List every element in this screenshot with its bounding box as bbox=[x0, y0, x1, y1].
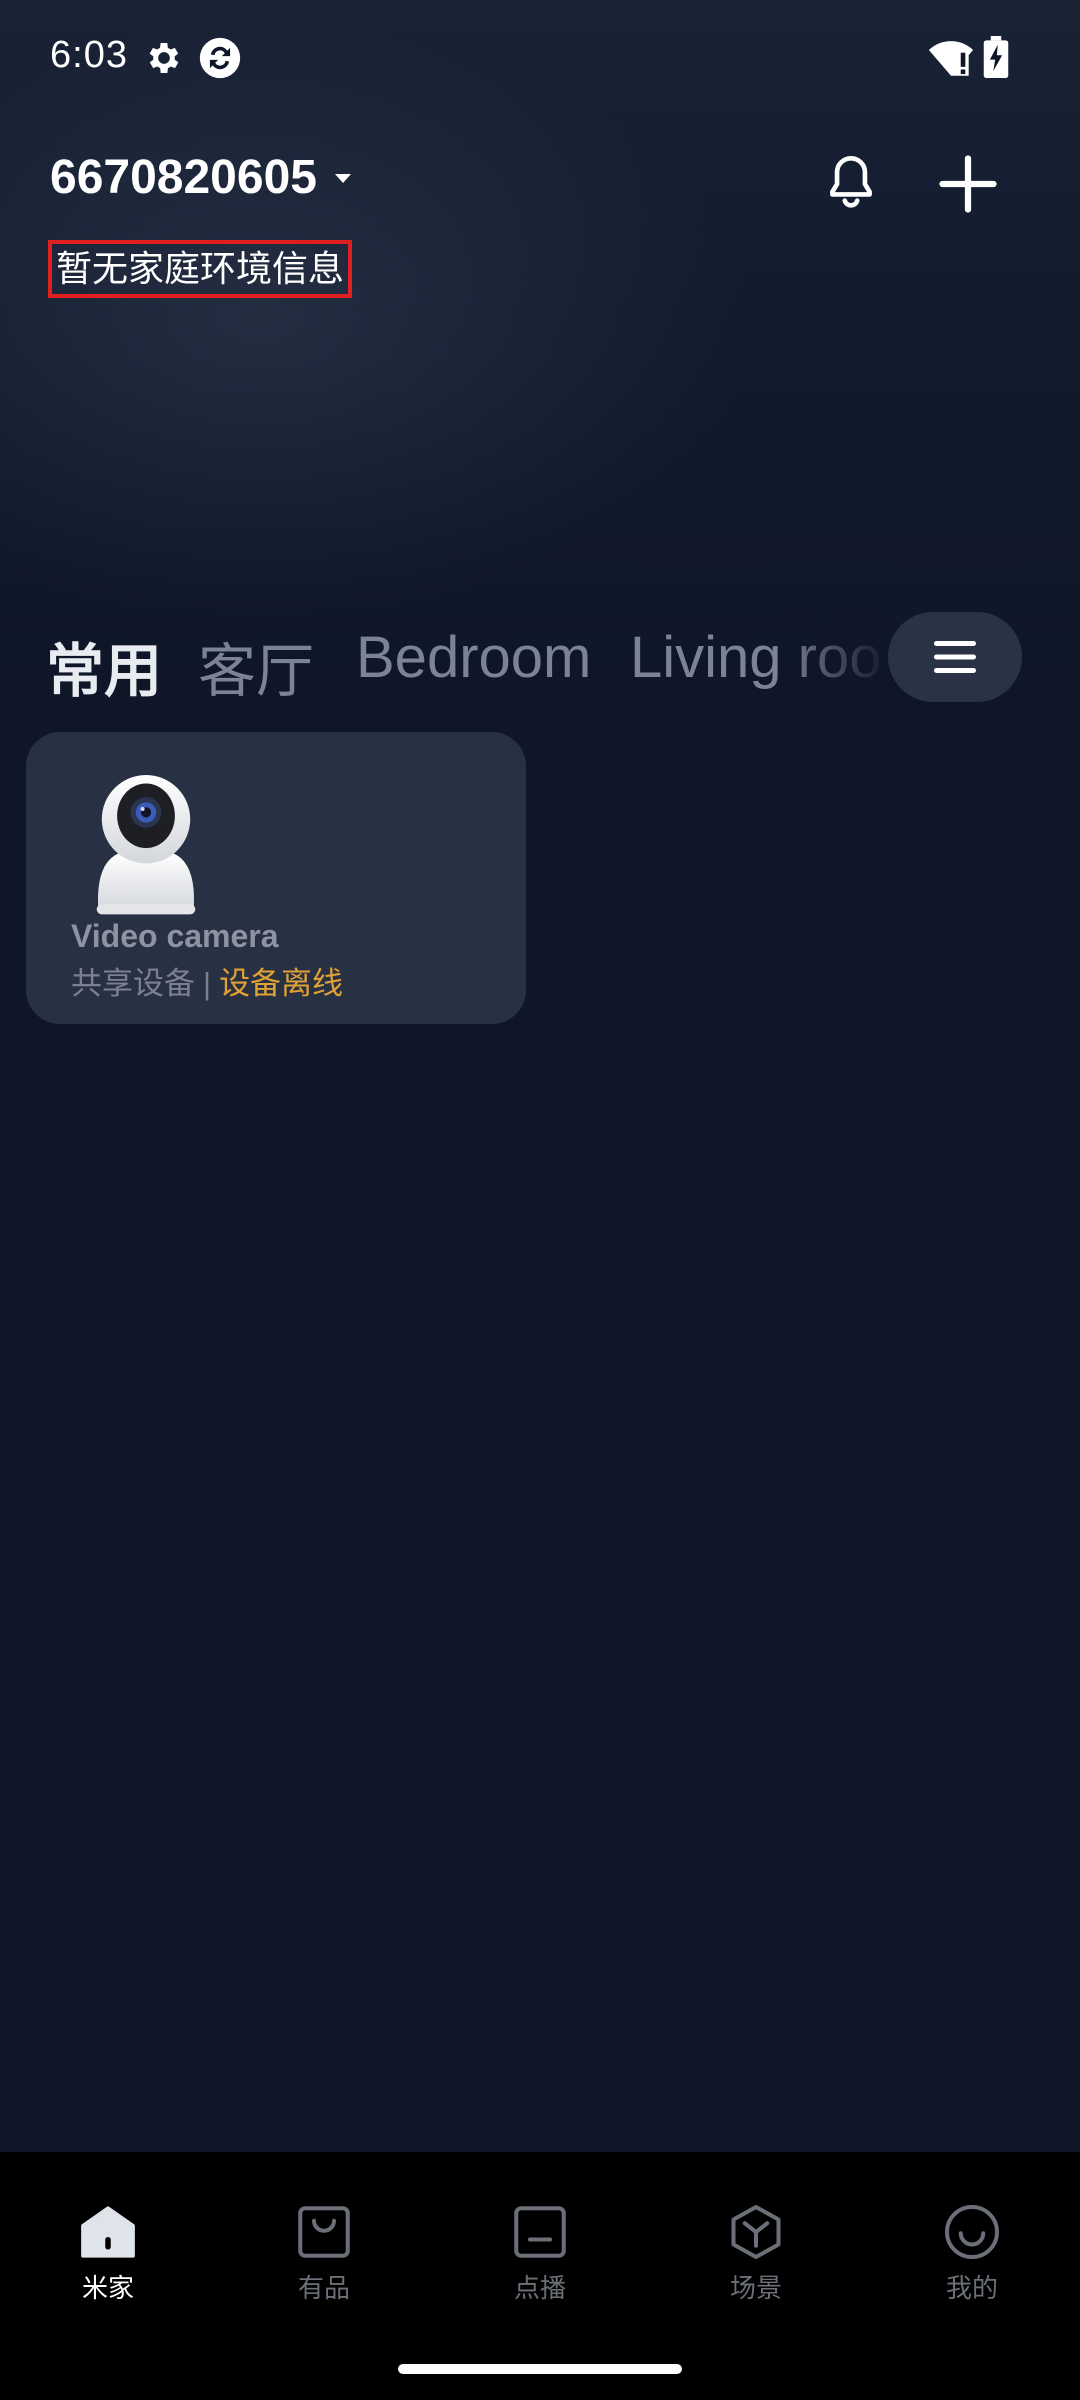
device-offline-status: 设备离线 bbox=[219, 966, 344, 1001]
nav-item-scene[interactable]: 场景 bbox=[676, 2202, 836, 2305]
nav-label-mijia: 米家 bbox=[81, 2273, 134, 2303]
nav-label-mine: 我的 bbox=[945, 2273, 998, 2303]
battery-charging-icon bbox=[983, 36, 1009, 78]
device-status-line: 共享设备 | 设备离线 bbox=[71, 958, 343, 1003]
shared-device-label: 共享设备 bbox=[71, 966, 195, 1001]
menu-icon bbox=[934, 641, 976, 673]
tabs-fade bbox=[780, 610, 880, 710]
tab-living-room-cn[interactable]: 客厅 bbox=[198, 624, 314, 708]
room-menu-button[interactable] bbox=[888, 612, 1022, 702]
nav-label-scene: 场景 bbox=[729, 2273, 782, 2303]
room-tabs: 常用 客厅 Bedroom Living room bbox=[0, 610, 880, 710]
home-selector[interactable]: 6670820605 bbox=[50, 150, 353, 205]
status-separator: | bbox=[203, 966, 212, 1001]
wifi-alert-icon bbox=[928, 41, 974, 76]
tab-bedroom[interactable]: Bedroom bbox=[356, 624, 591, 691]
device-card[interactable]: Video camera 共享设备 | 设备离线 bbox=[26, 732, 526, 1024]
dropdown-arrow-icon bbox=[334, 173, 351, 183]
environment-info[interactable]: 暂无家庭环境信息 bbox=[48, 240, 353, 298]
smile-icon bbox=[945, 2205, 999, 2259]
camera-icon bbox=[96, 775, 196, 915]
bag-icon bbox=[298, 2206, 350, 2258]
home-indicator[interactable] bbox=[398, 2364, 682, 2374]
nav-item-dianbo[interactable]: 点播 bbox=[460, 2202, 620, 2305]
status-bar: 6:03 bbox=[0, 0, 1080, 120]
sync-icon bbox=[199, 37, 241, 79]
nav-label-youpin: 有品 bbox=[297, 2273, 350, 2303]
device-name: Video camera bbox=[71, 918, 279, 954]
nav-item-youpin[interactable]: 有品 bbox=[244, 2202, 404, 2305]
home-name: 6670820605 bbox=[50, 151, 317, 204]
nav-item-mijia[interactable]: 米家 bbox=[28, 2202, 188, 2305]
nav-item-mine[interactable]: 我的 bbox=[892, 2202, 1052, 2305]
bell-icon[interactable] bbox=[820, 150, 882, 212]
tv-icon bbox=[514, 2206, 566, 2258]
nav-label-dianbo: 点播 bbox=[513, 2273, 566, 2303]
cube-icon bbox=[731, 2205, 781, 2259]
gear-icon bbox=[149, 43, 179, 73]
plus-icon[interactable] bbox=[934, 150, 1002, 218]
status-time: 6:03 bbox=[50, 34, 128, 76]
home-icon bbox=[81, 2206, 135, 2258]
bottom-nav: 米家 有品 点播 场景 我的 bbox=[0, 2152, 1080, 2400]
tab-favorites[interactable]: 常用 bbox=[46, 624, 162, 708]
